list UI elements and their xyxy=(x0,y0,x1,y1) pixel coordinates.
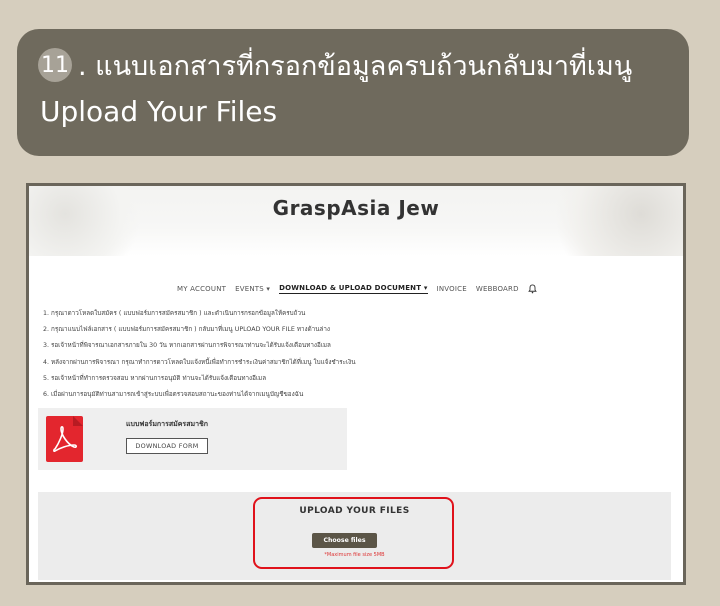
nav-my-account[interactable]: MY ACCOUNT xyxy=(177,285,226,293)
step-item: 5. รอเจ้าหน้าที่ทำการตรวจสอบ หากผ่านการอ… xyxy=(43,374,267,382)
upload-highlight-box xyxy=(253,497,454,569)
main-navbar: MY ACCOUNT EVENTS ▾ DOWNLOAD & UPLOAD DO… xyxy=(177,282,537,296)
download-form-button[interactable]: DOWNLOAD FORM xyxy=(126,438,208,454)
nav-events[interactable]: EVENTS ▾ xyxy=(235,285,270,293)
instruction-steps: 1. กรุณาดาวโหลดใบสมัคร ( แบบฟอร์มการสมัค… xyxy=(43,306,663,403)
hero-banner: GraspAsia Jew xyxy=(29,186,683,256)
banner-heading-text: . แนบเอกสารที่กรอกข้อมูลครบถ้วนกลับมาที่… xyxy=(78,50,633,82)
step-item: 4. หลังจากผ่านการพิจารณา กรุณาทำการดาวโห… xyxy=(43,358,356,366)
pdf-icon xyxy=(46,416,83,462)
nav-webboard[interactable]: WEBBOARD xyxy=(476,285,519,293)
website-screen: GraspAsia Jew MY ACCOUNT EVENTS ▾ DOWNLO… xyxy=(29,186,683,582)
banner-heading: 11 . แนบเอกสารที่กรอกข้อมูลครบถ้วนกลับมา… xyxy=(38,45,632,85)
membership-form-card: แบบฟอร์มการสมัครสมาชิก DOWNLOAD FORM xyxy=(38,408,347,470)
banner-subheading: Upload Your Files xyxy=(40,95,278,128)
screenshot-frame: GraspAsia Jew MY ACCOUNT EVENTS ▾ DOWNLO… xyxy=(26,183,686,585)
step-number-badge: 11 xyxy=(38,48,72,82)
step-item: 6. เมื่อผ่านการอนุมัติท่านสามารถเข้าสู่ร… xyxy=(43,391,304,399)
form-title: แบบฟอร์มการสมัครสมาชิก xyxy=(126,420,208,428)
step-item: 2. กรุณาแนบไฟล์เอกสาร ( แบบฟอร์มการสมัคร… xyxy=(43,326,330,334)
step-item: 3. รอเจ้าหน้าที่พิจารณาเอกสารภายใน 30 วั… xyxy=(43,342,331,350)
nav-invoice[interactable]: INVOICE xyxy=(437,285,467,293)
nav-download-upload[interactable]: DOWNLOAD & UPLOAD DOCUMENT ▾ xyxy=(279,284,428,294)
step-item: 1. กรุณาดาวโหลดใบสมัคร ( แบบฟอร์มการสมัค… xyxy=(43,310,306,317)
bell-icon[interactable] xyxy=(527,284,537,294)
site-title: GraspAsia Jew xyxy=(272,196,440,220)
